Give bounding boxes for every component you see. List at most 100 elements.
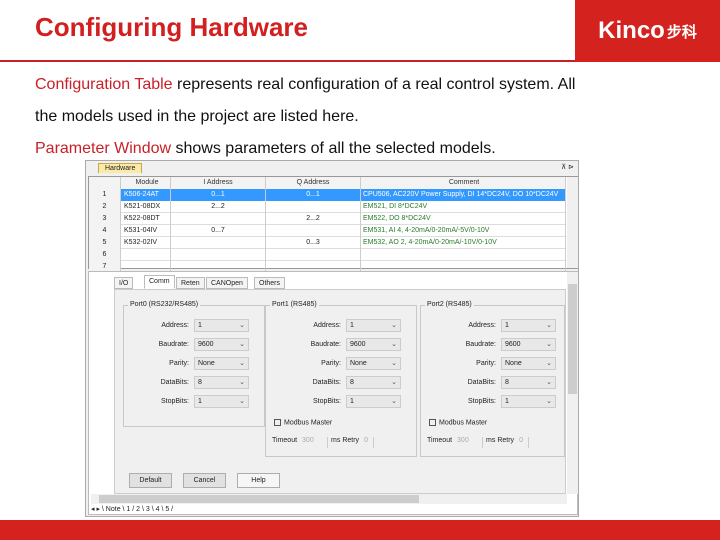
baudrate-dropdown[interactable]: 9600 ⌄ xyxy=(501,338,556,351)
title-divider xyxy=(0,60,576,62)
port-field: Parity: None ⌄ xyxy=(441,357,571,371)
kinco-logo: Kinco 步科 xyxy=(575,0,720,62)
table-cell[interactable] xyxy=(171,237,266,249)
chevron-down-icon: ⌄ xyxy=(239,398,245,405)
configuration-table: Module I Address Q Address Comment 1 K506-24A… xyxy=(88,176,578,273)
port-field: Address: 1 ⌄ xyxy=(286,319,416,333)
column-header[interactable] xyxy=(89,177,121,189)
databits-dropdown[interactable]: 8 ⌄ xyxy=(194,376,249,389)
table-row[interactable]: 5 K532-02IV 0...3 EM532, AO 2, 4-20mA/0-20m… xyxy=(89,237,566,249)
table-cell[interactable]: EM521, DI 8*DC24V xyxy=(361,201,566,213)
pin-icon[interactable]: ⊼ ⊳ xyxy=(561,163,574,171)
chevron-down-icon: ⌄ xyxy=(239,379,245,386)
table-cell[interactable]: 3 xyxy=(89,213,121,225)
table-cell[interactable]: 4 xyxy=(89,225,121,237)
port0-group: Port0 (RS232/RS485) Address: 1 ⌄ Baudrate: 96… xyxy=(123,301,265,427)
column-header[interactable]: Comment xyxy=(361,177,566,189)
table-cell[interactable] xyxy=(361,249,566,261)
table-cell[interactable]: EM532, AO 2, 4-20mA/0-20mA/-10V/0-10V xyxy=(361,237,566,249)
table-row[interactable]: 6 xyxy=(89,249,566,261)
table-cell[interactable] xyxy=(171,249,266,261)
table-cell[interactable] xyxy=(266,249,361,261)
address-dropdown[interactable]: 1 ⌄ xyxy=(501,319,556,332)
footer-bar xyxy=(0,520,720,540)
tab-others[interactable]: Others xyxy=(254,277,286,289)
tab-canopen[interactable]: CANOpen xyxy=(206,277,248,289)
address-dropdown[interactable]: 1 ⌄ xyxy=(194,319,249,332)
table-cell[interactable]: 5 xyxy=(89,237,121,249)
port-field: DataBits: 8 ⌄ xyxy=(134,376,264,390)
parity-dropdown[interactable]: None ⌄ xyxy=(194,357,249,370)
tab-comm[interactable]: Comm xyxy=(144,275,175,289)
table-cell[interactable]: 0...1 xyxy=(266,189,361,201)
table-cell[interactable] xyxy=(121,249,171,261)
page-title: Configuring Hardware xyxy=(35,12,309,42)
column-header[interactable]: Module xyxy=(121,177,171,189)
table-cell[interactable]: 0...1 xyxy=(171,189,266,201)
table-cell[interactable]: 2...2 xyxy=(266,213,361,225)
table-cell[interactable] xyxy=(266,201,361,213)
chevron-down-icon: ⌄ xyxy=(391,341,397,348)
table-cell[interactable]: K531-04IV xyxy=(121,225,171,237)
table-row[interactable]: 2 K521-08DX 2...2 EM521, DI 8*DC24V xyxy=(89,201,566,213)
table-cell[interactable]: K532-02IV xyxy=(121,237,171,249)
table-cell[interactable]: 2 xyxy=(89,201,121,213)
panel-vertical-scrollbar[interactable] xyxy=(567,272,578,494)
parity-dropdown[interactable]: None ⌄ xyxy=(501,357,556,370)
port-field: Baudrate: 9600 ⌄ xyxy=(286,338,416,352)
retry-input[interactable]: 0 xyxy=(362,437,375,448)
cancel-button[interactable]: Cancel xyxy=(183,473,226,488)
table-row[interactable]: 3 K522-08DT 2...2 EM522, DO 8*DC24V xyxy=(89,213,566,225)
table-cell[interactable]: 2...2 xyxy=(171,201,266,213)
modbus-master-checkbox[interactable]: Modbus Master xyxy=(274,419,332,426)
timeout-input[interactable]: 300 xyxy=(300,437,329,448)
tab-reten[interactable]: Reten xyxy=(176,277,205,289)
port-field: Baudrate: 9600 ⌄ xyxy=(134,338,264,352)
baudrate-dropdown[interactable]: 9600 ⌄ xyxy=(346,338,401,351)
modbus-master-checkbox[interactable]: Modbus Master xyxy=(429,419,487,426)
stopbits-dropdown[interactable]: 1 ⌄ xyxy=(194,395,249,408)
databits-dropdown[interactable]: 8 ⌄ xyxy=(501,376,556,389)
table-cell[interactable]: EM522, DO 8*DC24V xyxy=(361,213,566,225)
chevron-down-icon: ⌄ xyxy=(546,360,552,367)
table-cell[interactable]: 0...3 xyxy=(266,237,361,249)
table-header: Module I Address Q Address Comment xyxy=(89,177,566,189)
sheet-tabs[interactable]: ◂ ▸ \ Note \ 1 / 2 \ 3 \ 4 \ 5 / xyxy=(91,505,173,513)
table-cell[interactable]: 0...7 xyxy=(171,225,266,237)
table-scrollbar[interactable] xyxy=(567,177,578,268)
port-field: StopBits: 1 ⌄ xyxy=(441,395,571,409)
table-cell[interactable] xyxy=(171,213,266,225)
parity-dropdown[interactable]: None ⌄ xyxy=(346,357,401,370)
table-row[interactable]: 4 K531-04IV 0...7 EM531, AI 4, 4-20mA/0-20m… xyxy=(89,225,566,237)
tab-io[interactable]: I/O xyxy=(114,277,134,289)
help-button[interactable]: Help xyxy=(237,473,280,488)
retry-input[interactable]: 0 xyxy=(517,437,530,448)
databits-dropdown[interactable]: 8 ⌄ xyxy=(346,376,401,389)
parameter-window: I/O Comm Reten CANOpen Others Port0 (RS232/R… xyxy=(88,271,578,515)
address-dropdown[interactable]: 1 ⌄ xyxy=(346,319,401,332)
table-cell[interactable]: EM531, AI 4, 4-20mA/0-20mA/-5V/0-10V xyxy=(361,225,566,237)
stopbits-dropdown[interactable]: 1 ⌄ xyxy=(501,395,556,408)
table-cell[interactable]: 1 xyxy=(89,189,121,201)
column-header[interactable]: I Address xyxy=(171,177,266,189)
chevron-down-icon: ⌄ xyxy=(391,398,397,405)
horizontal-scrollbar[interactable] xyxy=(91,494,567,504)
chevron-down-icon: ⌄ xyxy=(546,341,552,348)
table-cell[interactable]: K522-08DT xyxy=(121,213,171,225)
timeout-input[interactable]: 300 xyxy=(455,437,484,448)
table-cell[interactable]: 6 xyxy=(89,249,121,261)
chevron-down-icon: ⌄ xyxy=(546,398,552,405)
timeout-row: Timeout 300 ms Retry 0 xyxy=(427,437,532,448)
stopbits-dropdown[interactable]: 1 ⌄ xyxy=(346,395,401,408)
table-cell[interactable]: CPU506, AC220V Power Supply, DI 14*DC24V… xyxy=(361,189,566,201)
port2-group: Port2 (RS485) Address: 1 ⌄ Baudrate: 9600 ⌄ Par… xyxy=(420,301,565,457)
hardware-tab[interactable]: Hardware xyxy=(98,163,143,173)
column-header[interactable]: Q Address xyxy=(266,177,361,189)
default-button[interactable]: Default xyxy=(129,473,172,488)
port-field: Baudrate: 9600 ⌄ xyxy=(441,338,571,352)
table-row[interactable]: 1 K506-24AT 0...1 0...1 CPU506, AC220V Power… xyxy=(89,189,566,201)
table-cell[interactable]: K521-08DX xyxy=(121,201,171,213)
baudrate-dropdown[interactable]: 9600 ⌄ xyxy=(194,338,249,351)
table-cell[interactable]: K506-24AT xyxy=(121,189,171,201)
table-cell[interactable] xyxy=(266,225,361,237)
